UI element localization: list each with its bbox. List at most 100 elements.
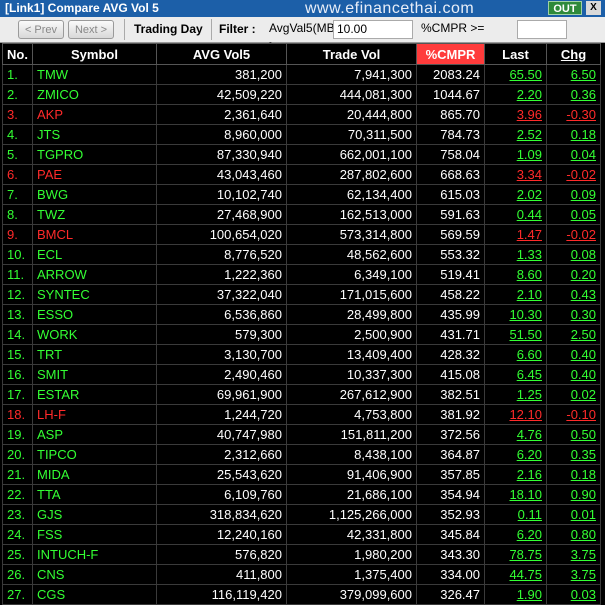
last-price-cell[interactable]: 2.10 xyxy=(484,284,547,305)
change-cell[interactable]: 0.35 xyxy=(546,444,601,465)
change-cell[interactable]: -0.02 xyxy=(546,224,601,245)
change-cell[interactable]: -0.02 xyxy=(546,164,601,185)
change-cell[interactable]: 0.03 xyxy=(546,584,601,605)
table-row[interactable]: 8. TWZ 27,468,900 162,513,000 591.63 0.44 0.05 xyxy=(2,204,601,225)
symbol-cell[interactable]: ESTAR xyxy=(32,384,157,405)
table-row[interactable]: 20. TIPCO 2,312,660 8,438,100 364.87 6.20 0.35 xyxy=(2,444,601,465)
table-row[interactable]: 10. ECL 8,776,520 48,562,600 553.32 1.33 0.08 xyxy=(2,244,601,265)
symbol-cell[interactable]: WORK xyxy=(32,324,157,345)
last-price-cell[interactable]: 2.20 xyxy=(484,84,547,105)
symbol-cell[interactable]: FSS xyxy=(32,524,157,545)
symbol-cell[interactable]: CGS xyxy=(32,584,157,605)
last-price-cell[interactable]: 1.47 xyxy=(484,224,547,245)
change-cell[interactable]: 0.18 xyxy=(546,124,601,145)
last-price-cell[interactable]: 1.33 xyxy=(484,244,547,265)
table-row[interactable]: 7. BWG 10,102,740 62,134,400 615.03 2.02 0.09 xyxy=(2,184,601,205)
table-row[interactable]: 14. WORK 579,300 2,500,900 431.71 51.50 2.50 xyxy=(2,324,601,345)
table-row[interactable]: 15. TRT 3,130,700 13,409,400 428.32 6.60 0.40 xyxy=(2,344,601,365)
symbol-cell[interactable]: CNS xyxy=(32,564,157,585)
last-price-cell[interactable]: 0.44 xyxy=(484,204,547,225)
prev-button[interactable]: < Prev xyxy=(18,20,64,39)
symbol-cell[interactable]: AKP xyxy=(32,104,157,125)
symbol-cell[interactable]: TWZ xyxy=(32,204,157,225)
last-price-cell[interactable]: 65.50 xyxy=(484,64,547,85)
table-row[interactable]: 25. INTUCH-F 576,820 1,980,200 343.30 78.75 3.… xyxy=(2,544,601,565)
symbol-cell[interactable]: ASP xyxy=(32,424,157,445)
col-header-chg[interactable]: Chg xyxy=(546,43,601,65)
table-row[interactable]: 9. BMCL 100,654,020 573,314,800 569.59 1.47 -0… xyxy=(2,224,601,245)
change-cell[interactable]: 0.30 xyxy=(546,304,601,325)
col-header-trade-vol[interactable]: Trade Vol xyxy=(286,43,417,65)
table-row[interactable]: 3. AKP 2,361,640 20,444,800 865.70 3.96 -0.30 xyxy=(2,104,601,125)
change-cell[interactable]: 0.02 xyxy=(546,384,601,405)
change-cell[interactable]: 6.50 xyxy=(546,64,601,85)
table-row[interactable]: 23. GJS 318,834,620 1,125,266,000 352.93 0.11… xyxy=(2,504,601,525)
table-row[interactable]: 12. SYNTEC 37,322,040 171,015,600 458.22 2.10… xyxy=(2,284,601,305)
table-row[interactable]: 17. ESTAR 69,961,900 267,612,900 382.51 1.25 0… xyxy=(2,384,601,405)
table-row[interactable]: 16. SMIT 2,490,460 10,337,300 415.08 6.45 0.40 xyxy=(2,364,601,385)
last-price-cell[interactable]: 3.34 xyxy=(484,164,547,185)
table-row[interactable]: 4. JTS 8,960,000 70,311,500 784.73 2.52 0.18 xyxy=(2,124,601,145)
symbol-cell[interactable]: BWG xyxy=(32,184,157,205)
last-price-cell[interactable]: 8.60 xyxy=(484,264,547,285)
symbol-cell[interactable]: TGPRO xyxy=(32,144,157,165)
last-price-cell[interactable]: 18.10 xyxy=(484,484,547,505)
change-cell[interactable]: 0.01 xyxy=(546,504,601,525)
change-cell[interactable]: 3.75 xyxy=(546,564,601,585)
symbol-cell[interactable]: TRT xyxy=(32,344,157,365)
change-cell[interactable]: 0.80 xyxy=(546,524,601,545)
change-cell[interactable]: 0.40 xyxy=(546,344,601,365)
symbol-cell[interactable]: GJS xyxy=(32,504,157,525)
last-price-cell[interactable]: 44.75 xyxy=(484,564,547,585)
table-row[interactable]: 11. ARROW 1,222,360 6,349,100 519.41 8.60 0.20 xyxy=(2,264,601,285)
change-cell[interactable]: 0.05 xyxy=(546,204,601,225)
last-price-cell[interactable]: 10.30 xyxy=(484,304,547,325)
change-cell[interactable]: 0.90 xyxy=(546,484,601,505)
change-cell[interactable]: -0.10 xyxy=(546,404,601,425)
symbol-cell[interactable]: BMCL xyxy=(32,224,157,245)
last-price-cell[interactable]: 3.96 xyxy=(484,104,547,125)
close-button[interactable]: X xyxy=(586,1,601,15)
table-row[interactable]: 26. CNS 411,800 1,375,400 334.00 44.75 3.75 xyxy=(2,564,601,585)
last-price-cell[interactable]: 6.45 xyxy=(484,364,547,385)
last-price-cell[interactable]: 1.09 xyxy=(484,144,547,165)
col-header-last[interactable]: Last xyxy=(484,43,547,65)
symbol-cell[interactable]: ECL xyxy=(32,244,157,265)
change-cell[interactable]: 0.04 xyxy=(546,144,601,165)
symbol-cell[interactable]: SMIT xyxy=(32,364,157,385)
change-cell[interactable]: 0.18 xyxy=(546,464,601,485)
symbol-cell[interactable]: JTS xyxy=(32,124,157,145)
last-price-cell[interactable]: 78.75 xyxy=(484,544,547,565)
change-cell[interactable]: 0.43 xyxy=(546,284,601,305)
out-button[interactable]: OUT xyxy=(548,1,582,15)
symbol-cell[interactable]: TMW xyxy=(32,64,157,85)
symbol-cell[interactable]: SYNTEC xyxy=(32,284,157,305)
last-price-cell[interactable]: 2.16 xyxy=(484,464,547,485)
col-header-cmpr[interactable]: %CMPR xyxy=(416,43,485,65)
last-price-cell[interactable]: 1.25 xyxy=(484,384,547,405)
table-row[interactable]: 2. ZMICO 42,509,220 444,081,300 1044.67 2.20 0… xyxy=(2,84,601,105)
change-cell[interactable]: 0.36 xyxy=(546,84,601,105)
change-cell[interactable]: 0.40 xyxy=(546,364,601,385)
change-cell[interactable]: 0.20 xyxy=(546,264,601,285)
table-row[interactable]: 6. PAE 43,043,460 287,802,600 668.63 3.34 -0.0… xyxy=(2,164,601,185)
change-cell[interactable]: 0.08 xyxy=(546,244,601,265)
table-row[interactable]: 22. TTA 6,109,760 21,686,100 354.94 18.10 0.90 xyxy=(2,484,601,505)
col-header-avg-vol5[interactable]: AVG Vol5 xyxy=(156,43,287,65)
symbol-cell[interactable]: ZMICO xyxy=(32,84,157,105)
symbol-cell[interactable]: TIPCO xyxy=(32,444,157,465)
last-price-cell[interactable]: 0.11 xyxy=(484,504,547,525)
avgvol-filter-input[interactable]: 10.00 xyxy=(333,20,413,39)
last-price-cell[interactable]: 6.20 xyxy=(484,444,547,465)
table-row[interactable]: 19. ASP 40,747,980 151,811,200 372.56 4.76 0.5… xyxy=(2,424,601,445)
symbol-cell[interactable]: INTUCH-F xyxy=(32,544,157,565)
change-cell[interactable]: 2.50 xyxy=(546,324,601,345)
change-cell[interactable]: -0.30 xyxy=(546,104,601,125)
symbol-cell[interactable]: ARROW xyxy=(32,264,157,285)
last-price-cell[interactable]: 2.52 xyxy=(484,124,547,145)
change-cell[interactable]: 0.09 xyxy=(546,184,601,205)
col-header-no[interactable]: No. xyxy=(2,43,33,65)
last-price-cell[interactable]: 6.60 xyxy=(484,344,547,365)
last-price-cell[interactable]: 51.50 xyxy=(484,324,547,345)
table-row[interactable]: 13. ESSO 6,536,860 28,499,800 435.99 10.30 0.3… xyxy=(2,304,601,325)
